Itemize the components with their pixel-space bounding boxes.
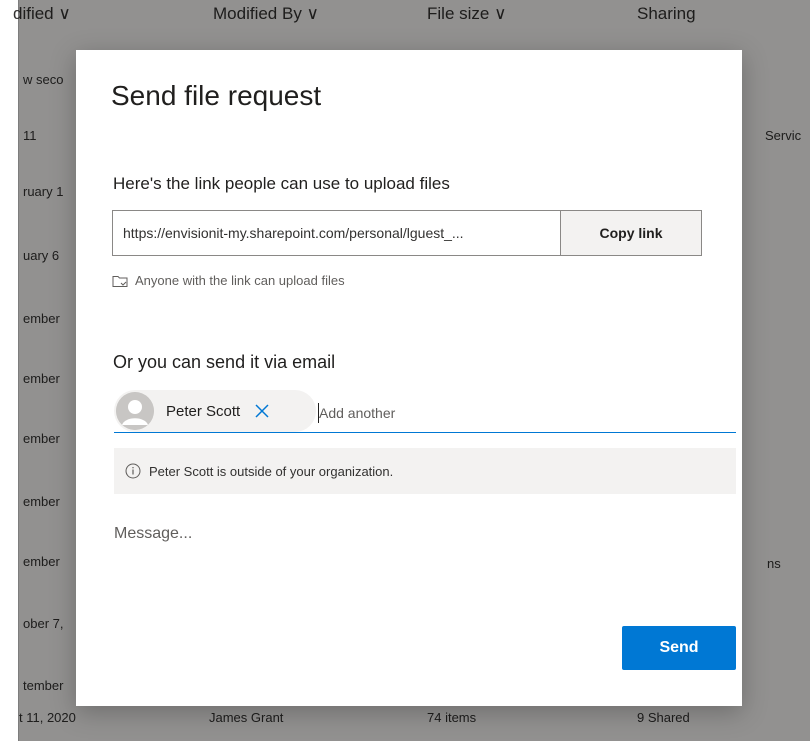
upload-note-text: Anyone with the link can upload files xyxy=(135,273,345,288)
add-recipient-input[interactable] xyxy=(319,405,619,421)
upload-permission-note: Anyone with the link can upload files xyxy=(112,273,345,288)
send-button[interactable]: Send xyxy=(622,626,736,670)
recipient-name: Peter Scott xyxy=(166,402,241,420)
recipient-chip[interactable]: Peter Scott xyxy=(114,390,316,432)
close-icon[interactable] xyxy=(254,403,270,419)
link-field[interactable]: https://envisionit-my.sharepoint.com/per… xyxy=(113,211,560,255)
external-user-warning: Peter Scott is outside of your organizat… xyxy=(114,448,736,494)
folder-link-icon xyxy=(112,275,128,287)
recipient-field[interactable]: Peter Scott xyxy=(114,388,736,433)
copy-link-button[interactable]: Copy link xyxy=(560,211,701,255)
warning-text: Peter Scott is outside of your organizat… xyxy=(149,463,394,479)
send-file-request-dialog: Send file request Here's the link people… xyxy=(76,50,742,706)
link-section-label: Here's the link people can use to upload… xyxy=(113,174,450,193)
message-input[interactable] xyxy=(112,524,676,544)
info-icon xyxy=(125,463,141,479)
link-box: https://envisionit-my.sharepoint.com/per… xyxy=(112,210,702,256)
avatar-icon xyxy=(116,392,154,430)
email-section-label: Or you can send it via email xyxy=(113,352,336,372)
dialog-title: Send file request xyxy=(111,80,322,111)
